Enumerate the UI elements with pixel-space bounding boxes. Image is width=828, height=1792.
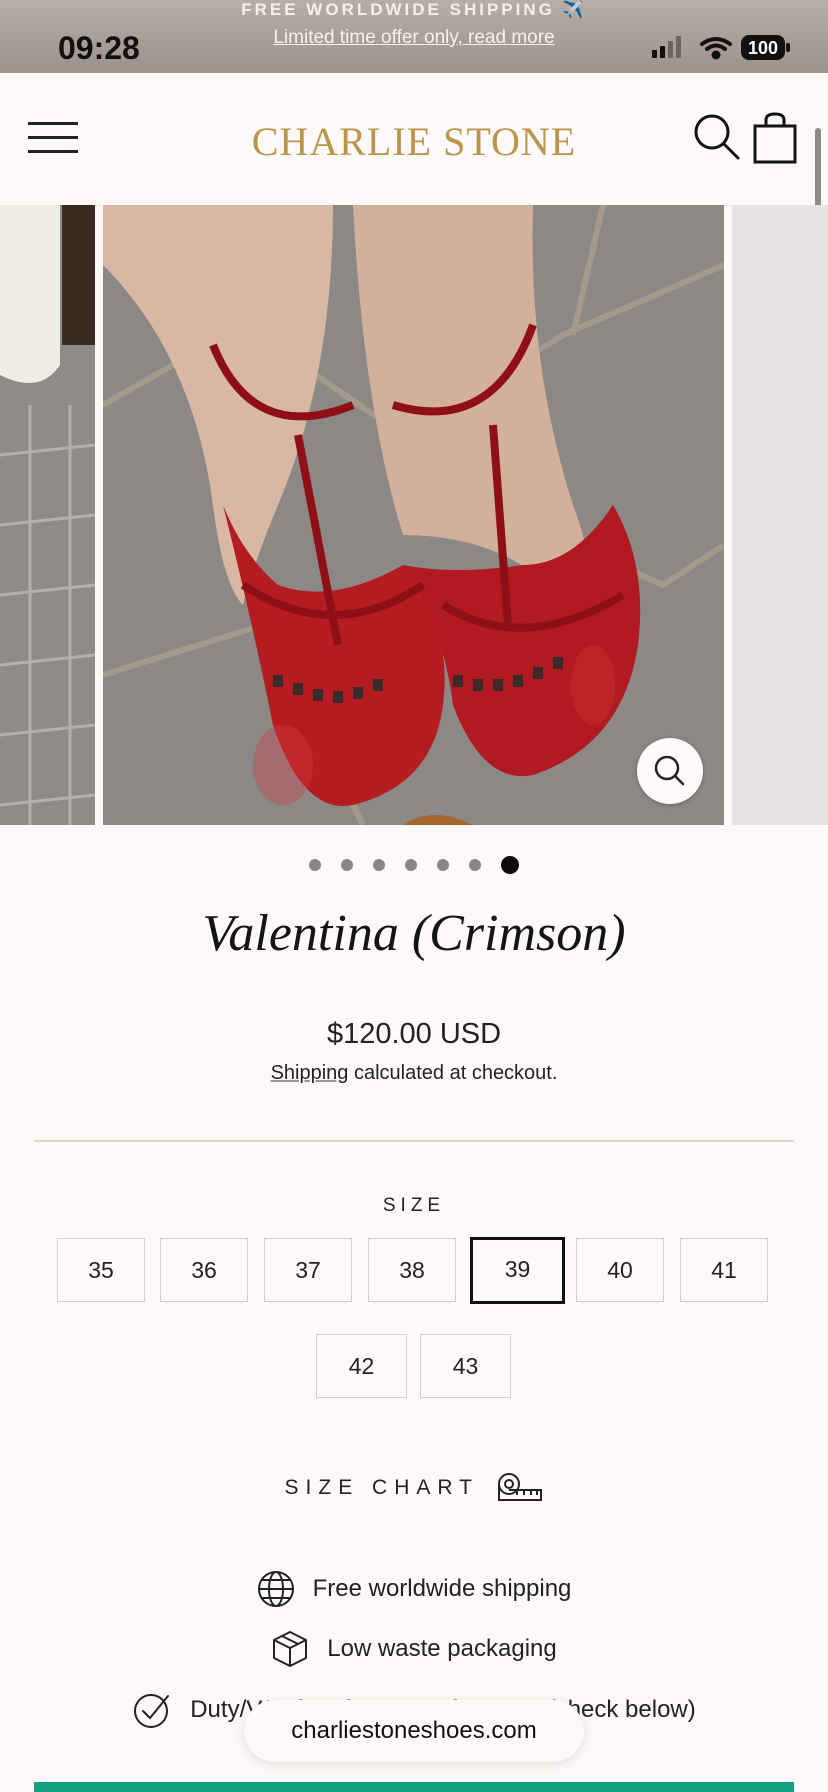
gallery-dots <box>0 856 828 874</box>
gallery-dot[interactable] <box>373 859 385 871</box>
size-option-37[interactable]: 37 <box>264 1238 352 1302</box>
size-chart-label: SIZE CHART <box>284 1476 479 1499</box>
size-option-42[interactable]: 42 <box>316 1334 407 1398</box>
gallery-next-slide[interactable] <box>732 205 828 825</box>
status-icons: 100 <box>652 34 792 66</box>
browser-url-pill[interactable]: charliestoneshoes.com <box>244 1700 584 1762</box>
globe-icon <box>257 1571 294 1607</box>
wifi-icon <box>700 37 732 60</box>
gallery-dot[interactable] <box>405 859 417 871</box>
size-option-43[interactable]: 43 <box>420 1334 511 1398</box>
search-icon <box>694 114 740 160</box>
battery-level: 100 <box>748 38 778 58</box>
shipping-note: Shipping calculated at checkout. <box>0 1062 828 1085</box>
zoom-icon <box>654 755 685 786</box>
size-option-40[interactable]: 40 <box>576 1238 664 1302</box>
feature-shipping-text: Free worldwide shipping <box>312 1575 572 1602</box>
announcement-title: FREE WORLDWIDE SHIPPING ✈️ <box>241 0 587 19</box>
size-label: SIZE <box>382 1195 446 1216</box>
gallery-dot[interactable] <box>469 859 481 871</box>
signal-icon <box>652 36 681 58</box>
measuring-tape-icon <box>498 1473 543 1501</box>
product-gallery[interactable] <box>0 205 828 825</box>
size-chart-button[interactable]: SIZE CHART <box>0 1472 828 1512</box>
size-option-35[interactable]: 35 <box>57 1238 145 1302</box>
gallery-main-image[interactable] <box>103 205 724 825</box>
zoom-button[interactable] <box>637 738 703 804</box>
shipping-link[interactable]: Shipping <box>271 1062 349 1084</box>
feature-packaging: Low waste packaging <box>0 1630 828 1668</box>
status-time: 09:28 <box>58 30 140 66</box>
gallery-dot[interactable] <box>437 859 449 871</box>
divider <box>34 1140 794 1142</box>
cart-icon <box>753 112 797 164</box>
gallery-dot[interactable] <box>341 859 353 871</box>
shipping-note-text: calculated at checkout. <box>348 1062 558 1084</box>
gallery-dot[interactable] <box>309 859 321 871</box>
product-price: $120.00 USD <box>326 1018 502 1050</box>
check-circle-icon <box>134 1694 170 1728</box>
cart-button[interactable] <box>752 112 798 164</box>
feature-packaging-text: Low waste packaging <box>327 1635 557 1662</box>
box-icon <box>273 1631 308 1667</box>
gallery-dot-active[interactable] <box>501 856 519 874</box>
add-to-cart-bar[interactable] <box>34 1782 794 1792</box>
size-option-38[interactable]: 38 <box>368 1238 456 1302</box>
size-option-36[interactable]: 36 <box>160 1238 248 1302</box>
feature-shipping: Free worldwide shipping <box>0 1570 828 1608</box>
battery-icon: 100 <box>741 35 790 60</box>
product-title: Valentina (Crimson) <box>202 905 626 962</box>
size-option-41[interactable]: 41 <box>680 1238 768 1302</box>
search-button[interactable] <box>692 112 742 162</box>
gallery-prev-slide[interactable] <box>0 205 95 825</box>
size-option-39[interactable]: 39 <box>470 1237 565 1304</box>
